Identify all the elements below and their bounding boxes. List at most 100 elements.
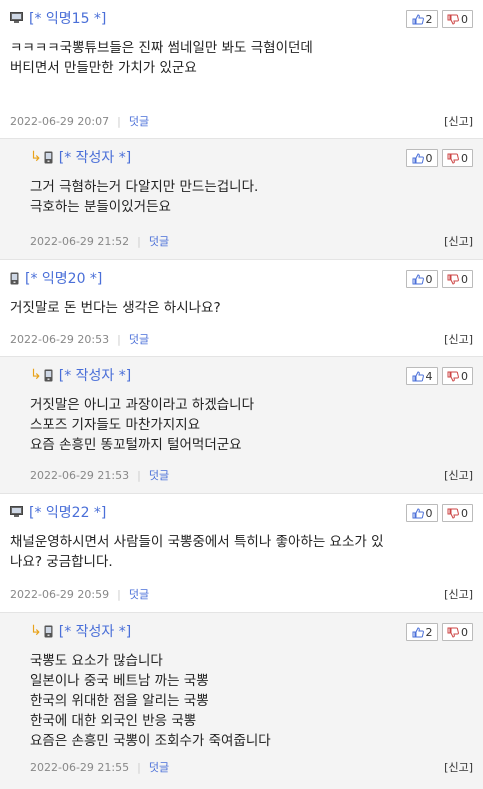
thumbs-down-icon	[447, 627, 459, 638]
report-link[interactable]: [신고]	[444, 759, 473, 775]
downvote-count: 0	[461, 272, 468, 286]
comment-header: [* 익명22 *]	[10, 502, 473, 522]
comment-footer: 2022-06-29 21:55 | 덧글 [신고]	[30, 759, 473, 775]
comment-author[interactable]: [* 익명15 *]	[29, 8, 106, 28]
reply-link[interactable]: 덧글	[129, 113, 149, 129]
report-link[interactable]: [신고]	[444, 233, 473, 249]
mobile-icon	[44, 151, 53, 164]
upvote-count: 0	[425, 272, 433, 286]
comment-text: 채널운영하시면서 사람들이 국뽕중에서 특히나 좋아하는 요소가 있 나요? 궁…	[10, 534, 384, 570]
comment-footer: 2022-06-29 20:07 | 덧글 [신고]	[10, 113, 473, 129]
thumbs-up-icon	[412, 370, 424, 381]
upvote-count: 2	[425, 12, 433, 26]
downvote-button[interactable]: 0	[442, 149, 473, 167]
upvote-count: 4	[425, 369, 433, 383]
upvote-button[interactable]: 0	[406, 270, 438, 288]
comment-text: 거짓말은 아니고 과장이라고 하겠습니다 스포즈 기자들도 마찬가지지요 요즘 …	[30, 397, 255, 453]
vote-group: 2 0	[406, 10, 473, 28]
upvote-button[interactable]: 0	[406, 149, 438, 167]
downvote-button[interactable]: 0	[442, 504, 473, 522]
comment-item: ↳ [* 작성자 *] 4 0 거짓말은 아니고 과장이라고 하겠습니다 스포즈…	[0, 357, 483, 494]
mobile-icon	[10, 272, 19, 285]
comment-header: [* 익명20 *]	[10, 268, 473, 288]
thumbs-up-icon	[412, 273, 424, 284]
comment-item: [* 익명22 *] 0 0 채널운영하시면서 사람들이 국뽕중에서 특히나 좋…	[0, 494, 483, 613]
downvote-button[interactable]: 0	[442, 367, 473, 385]
divider: |	[117, 587, 121, 601]
upvote-count: 0	[425, 151, 433, 165]
thumbs-up-icon	[412, 152, 424, 163]
thumbs-down-icon	[447, 274, 459, 285]
thumbs-down-icon	[447, 371, 459, 382]
vote-group: 0 0	[406, 270, 473, 288]
reply-link[interactable]: 덧글	[149, 759, 169, 775]
comment-item: ↳ [* 작성자 *] 0 0 그거 극혐하는거 다알지만 만드는겁니다. 극호…	[0, 139, 483, 260]
vote-group: 4 0	[406, 367, 473, 385]
downvote-button[interactable]: 0	[442, 10, 473, 28]
comment-date: 2022-06-29 21:55	[30, 760, 130, 774]
divider: |	[137, 234, 141, 248]
upvote-button[interactable]: 4	[406, 367, 438, 385]
reply-link[interactable]: 덧글	[149, 233, 169, 249]
comment-footer: 2022-06-29 21:52 | 덧글 [신고]	[30, 233, 473, 249]
comment-date: 2022-06-29 21:53	[30, 468, 130, 482]
pc-icon	[10, 12, 23, 24]
comment-date: 2022-06-29 20:59	[10, 587, 110, 601]
comment-header: [* 익명15 *]	[10, 8, 473, 28]
comment-text: ㅋㅋㅋㅋ국뽕튜브들은 진짜 썸네일만 봐도 극혐이던데 버티면서 만들만한 가치…	[10, 40, 313, 76]
vote-group: 0 0	[406, 149, 473, 167]
mobile-icon	[44, 369, 53, 382]
upvote-button[interactable]: 2	[406, 10, 438, 28]
upvote-button[interactable]: 2	[406, 623, 438, 641]
divider: |	[137, 760, 141, 774]
comment-item: [* 익명20 *] 0 0 거짓말로 돈 번다는 생각은 하시나요? 2022…	[0, 260, 483, 357]
mobile-icon	[44, 625, 53, 638]
downvote-count: 0	[461, 12, 468, 26]
thumbs-down-icon	[447, 508, 459, 519]
divider: |	[117, 114, 121, 128]
vote-group: 2 0	[406, 623, 473, 641]
comment-text: 거짓말로 돈 번다는 생각은 하시나요?	[10, 300, 221, 316]
reply-link[interactable]: 덧글	[129, 586, 149, 602]
downvote-count: 0	[461, 506, 468, 520]
thumbs-up-icon	[412, 626, 424, 637]
downvote-count: 0	[461, 625, 468, 639]
report-link[interactable]: [신고]	[444, 586, 473, 602]
downvote-count: 0	[461, 151, 468, 165]
reply-link[interactable]: 덧글	[149, 467, 169, 483]
comment-text: 국뽕도 요소가 많습니다 일본이나 중국 베트남 까는 국뽕 한국의 위대한 점…	[30, 653, 271, 749]
comment-text: 그거 극혐하는거 다알지만 만드는겁니다. 극호하는 분들이있거든요	[30, 179, 259, 215]
reply-arrow-icon: ↳	[30, 367, 42, 383]
downvote-button[interactable]: 0	[442, 270, 473, 288]
comment-date: 2022-06-29 21:52	[30, 234, 130, 248]
report-link[interactable]: [신고]	[444, 467, 473, 483]
reply-arrow-icon: ↳	[30, 623, 42, 639]
comment-author[interactable]: [* 익명22 *]	[29, 502, 106, 522]
comment-footer: 2022-06-29 20:53 | 덧글 [신고]	[10, 331, 473, 347]
comment-author[interactable]: [* 작성자 *]	[59, 365, 131, 385]
divider: |	[137, 468, 141, 482]
thumbs-up-icon	[412, 507, 424, 518]
thumbs-down-icon	[447, 14, 459, 25]
vote-group: 0 0	[406, 504, 473, 522]
comment-date: 2022-06-29 20:07	[10, 114, 110, 128]
thumbs-up-icon	[412, 13, 424, 24]
comment-author[interactable]: [* 작성자 *]	[59, 147, 131, 167]
comment-date: 2022-06-29 20:53	[10, 332, 110, 346]
comment-footer: 2022-06-29 21:53 | 덧글 [신고]	[30, 467, 473, 483]
comment-list: [* 익명15 *] 2 0 ㅋㅋㅋㅋ국뽕튜브들은 진짜 썸네일만 봐도 극혐이…	[0, 0, 483, 789]
downvote-count: 0	[461, 369, 468, 383]
reply-link[interactable]: 덧글	[129, 331, 149, 347]
comment-author[interactable]: [* 작성자 *]	[59, 621, 131, 641]
pc-icon	[10, 506, 23, 518]
downvote-button[interactable]: 0	[442, 623, 473, 641]
comment-item: [* 익명15 *] 2 0 ㅋㅋㅋㅋ국뽕튜브들은 진짜 썸네일만 봐도 극혐이…	[0, 0, 483, 139]
upvote-count: 0	[425, 506, 433, 520]
report-link[interactable]: [신고]	[444, 331, 473, 347]
report-link[interactable]: [신고]	[444, 113, 473, 129]
comment-item: ↳ [* 작성자 *] 2 0 국뽕도 요소가 많습니다 일본이나 중국 베트남…	[0, 613, 483, 789]
thumbs-down-icon	[447, 153, 459, 164]
reply-arrow-icon: ↳	[30, 149, 42, 165]
comment-author[interactable]: [* 익명20 *]	[25, 268, 102, 288]
upvote-button[interactable]: 0	[406, 504, 438, 522]
